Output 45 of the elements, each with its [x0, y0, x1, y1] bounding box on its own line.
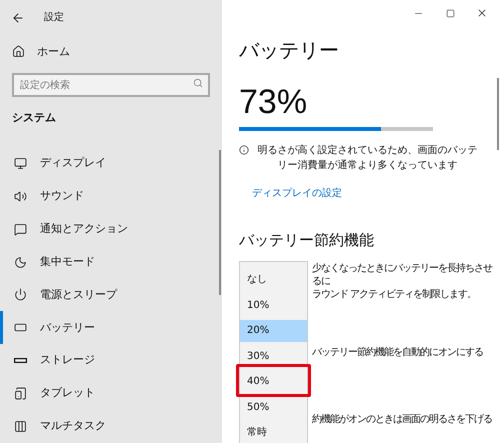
bar-icon [14, 358, 27, 364]
back-arrow-icon[interactable] [11, 10, 25, 25]
tablet-icon [14, 387, 27, 400]
dropdown-option[interactable]: 20% [240, 320, 307, 342]
dropdown-option[interactable]: 40% [240, 370, 307, 392]
dropdown-option[interactable]: 30% [240, 345, 307, 367]
section-heading: システム [11, 110, 56, 126]
columns-icon [14, 420, 27, 434]
speech-bubble-icon [14, 222, 27, 236]
brightness-label: 約機能がオンのときは画面の明るさを下げる [312, 412, 492, 426]
dropdown-option[interactable]: なし [240, 268, 307, 290]
monitor-icon [14, 156, 27, 170]
close-icon [476, 7, 488, 19]
sidebar-item[interactable]: マルチタスク [0, 410, 222, 443]
notice-text: 明るさが高く設定されているため、画面のバッテリー消費量が通常より多くなっています [256, 144, 478, 173]
home-item[interactable]: ホーム [0, 36, 222, 67]
dropdown-option[interactable]: 常時 [240, 422, 307, 443]
section-heading: バッテリー節約機能 [239, 230, 374, 251]
display-settings-link[interactable]: ディスプレイの設定 [252, 186, 342, 201]
info-icon [239, 145, 249, 155]
maximize-icon [446, 8, 454, 18]
sidebar-item[interactable]: バッテリー [0, 311, 222, 344]
auto-saver-label: バッテリー節約機能を自動的にオンにする [312, 346, 483, 360]
battery-percent: 73% [239, 82, 308, 122]
dropdown-option[interactable]: 50% [240, 396, 307, 418]
power-icon [14, 288, 27, 302]
search-field[interactable]: 設定の検索 [12, 73, 210, 98]
sidebar-item[interactable]: タブレット [0, 377, 222, 410]
speaker-icon [14, 190, 27, 203]
sidebar-item[interactable]: 通知とアクション [0, 212, 222, 246]
window-title: 設定 [44, 10, 64, 26]
moon-icon [14, 256, 27, 268]
sidebar-item[interactable]: 集中モード [0, 246, 222, 278]
sidebar-item[interactable]: 電源とスリープ [0, 278, 222, 312]
description-text: 少なくなったときにバッテリーを長持ちさせるに [312, 262, 494, 288]
sidebar-item[interactable]: ディスプレイ [0, 146, 222, 180]
scrollbar-thumb[interactable] [219, 150, 221, 295]
description-text: ラウンド アクティビティを制限します。 [312, 288, 476, 300]
search-icon [193, 78, 203, 88]
dropdown-option[interactable]: 10% [240, 294, 307, 316]
scrollbar-thumb[interactable] [497, 78, 499, 150]
sidebar-item[interactable]: ストレージ [0, 344, 222, 378]
sidebar-item[interactable]: サウンド [0, 180, 222, 213]
page-title: バッテリー [239, 37, 339, 64]
home-icon [12, 45, 25, 58]
